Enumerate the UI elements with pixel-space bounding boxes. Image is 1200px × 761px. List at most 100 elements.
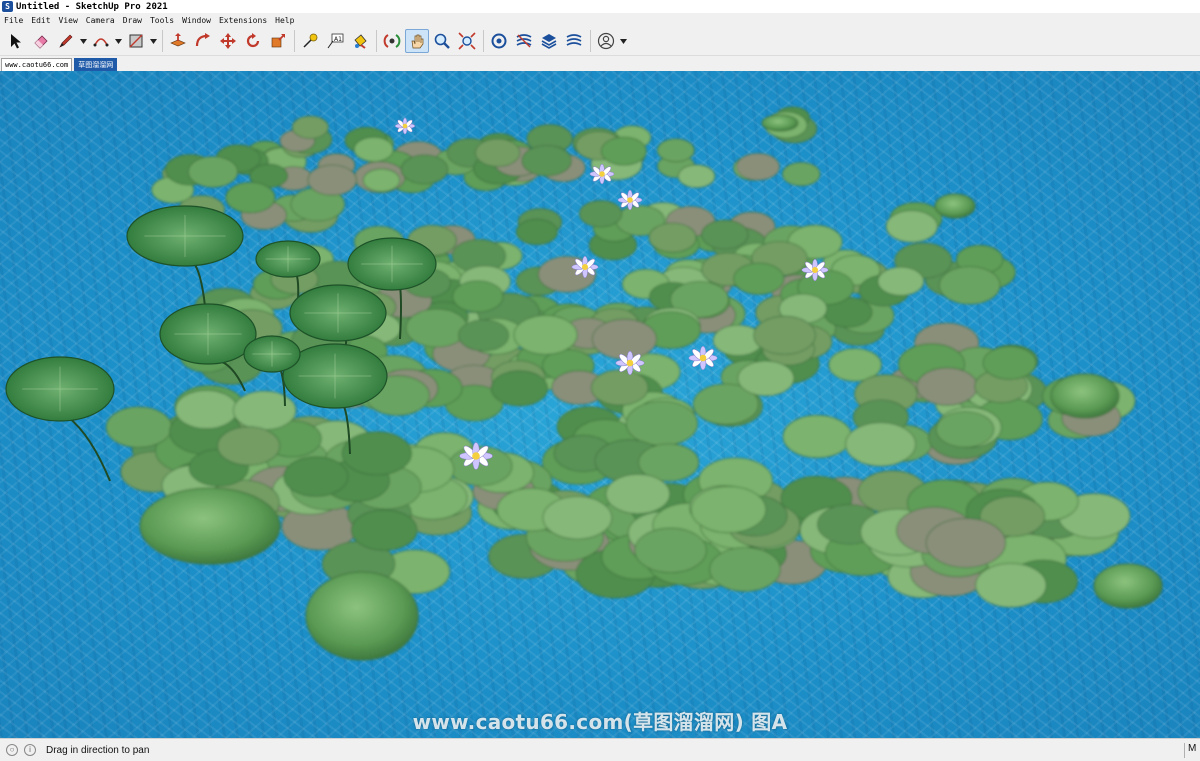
lily-pad: [736, 153, 780, 181]
account-button[interactable]: [594, 29, 618, 53]
tape-measure-tool[interactable]: [298, 29, 322, 53]
line-tool-dropdown[interactable]: [79, 29, 87, 53]
menu-extensions[interactable]: Extensions: [215, 16, 271, 25]
lily-pad: [405, 308, 468, 348]
water-lily-flower: [615, 350, 645, 376]
lily-pad: [516, 218, 558, 245]
menu-window[interactable]: Window: [178, 16, 215, 25]
eraser-tool[interactable]: [29, 29, 53, 53]
lily-pad: [939, 266, 1001, 305]
lily-pad: [490, 370, 549, 407]
extension-manager-button[interactable]: [562, 29, 586, 53]
pencil-icon: [59, 34, 73, 48]
arc-tool[interactable]: [89, 29, 113, 53]
zoom-extents-tool[interactable]: [455, 29, 479, 53]
lily-pad: [934, 193, 976, 219]
water-lily-flower: [394, 117, 416, 135]
account-dropdown[interactable]: [619, 29, 627, 53]
window-title: Untitled - SketchUp Pro 2021: [16, 1, 168, 12]
extension-warehouse-icon: [516, 34, 532, 48]
orbit-tool[interactable]: [380, 29, 404, 53]
3d-warehouse-button[interactable]: [487, 29, 511, 53]
info-icon[interactable]: i: [24, 744, 36, 756]
toolbar-separator: [376, 30, 377, 52]
lily-pad: [353, 136, 394, 163]
rotate-icon: [246, 33, 260, 48]
lily-pad: [753, 315, 816, 355]
move-tool[interactable]: [216, 29, 240, 53]
layers-icon: [541, 34, 557, 49]
select-tool[interactable]: [4, 29, 28, 53]
lily-pad: [1050, 373, 1120, 419]
lily-pads: [105, 106, 1163, 661]
toolbar-separator: [162, 30, 163, 52]
menu-camera[interactable]: Camera: [82, 16, 119, 25]
pan-tool[interactable]: [405, 29, 429, 53]
scene-tab-website[interactable]: www.caotu66.com: [1, 58, 73, 71]
lily-pad: [877, 266, 925, 296]
lily-pad: [307, 164, 357, 196]
text-tool[interactable]: A1: [323, 29, 347, 53]
lily-pad: [935, 411, 995, 448]
lily-pad: [452, 280, 504, 313]
measurements-box[interactable]: M: [1184, 743, 1200, 758]
arc-icon: [93, 38, 109, 47]
rectangle-tool-dropdown[interactable]: [149, 29, 157, 53]
arc-tool-dropdown[interactable]: [114, 29, 122, 53]
rectangle-icon: [129, 34, 143, 48]
menu-view[interactable]: View: [55, 16, 82, 25]
lily-pad: [474, 138, 521, 167]
lily-pad: [761, 114, 799, 132]
lily-pad: [677, 164, 716, 188]
zoom-tool[interactable]: [430, 29, 454, 53]
line-tool[interactable]: [54, 29, 78, 53]
menu-help[interactable]: Help: [271, 16, 298, 25]
lily-pad: [591, 318, 657, 360]
hand-icon: [411, 34, 424, 49]
status-bar: ○ i Drag in direction to pan M: [0, 738, 1200, 761]
menu-draw[interactable]: Draw: [119, 16, 146, 25]
rotate-tool[interactable]: [241, 29, 265, 53]
lily-pad: [625, 400, 698, 446]
menu-tools[interactable]: Tools: [146, 16, 178, 25]
lily-pad: [709, 547, 781, 592]
lily-pad: [590, 369, 649, 406]
lily-pad: [513, 314, 578, 355]
follow-me-icon: [195, 33, 210, 47]
rectangle-tool[interactable]: [124, 29, 148, 53]
push-pull-icon: [170, 33, 186, 47]
menu-edit[interactable]: Edit: [27, 16, 54, 25]
extension-manager-icon: [566, 34, 582, 46]
follow-me-tool[interactable]: [191, 29, 215, 53]
chevron-down-icon: [619, 38, 627, 44]
paint-bucket-tool[interactable]: [348, 29, 372, 53]
lily-pad: [400, 154, 449, 185]
lily-pad: [690, 485, 767, 534]
sketchup-logo-icon: S: [2, 1, 13, 12]
lily-pad: [305, 571, 419, 661]
lily-pad: [600, 136, 647, 166]
lily-pad: [579, 200, 623, 228]
lily-pad: [733, 262, 785, 295]
lily-pad: [291, 115, 329, 139]
scale-tool[interactable]: [266, 29, 290, 53]
geo-location-icon[interactable]: ○: [6, 744, 18, 756]
magnifier-icon: [434, 33, 450, 49]
lily-pad: [925, 517, 1006, 568]
push-pull-tool[interactable]: [166, 29, 190, 53]
lily-pond-scene: [5, 106, 1163, 661]
modeling-viewport[interactable]: www.caotu66.com(草图溜溜网) 图A: [0, 71, 1200, 738]
lily-pad: [885, 210, 938, 243]
title-bar: S Untitled - SketchUp Pro 2021: [0, 0, 1200, 13]
layout-button[interactable]: [537, 29, 561, 53]
extension-warehouse-button[interactable]: [512, 29, 536, 53]
lily-pad: [982, 346, 1037, 380]
toolbar-separator: [294, 30, 295, 52]
lily-pad: [351, 509, 418, 551]
lily-pad: [105, 406, 172, 448]
toolbar-separator: [590, 30, 591, 52]
water-lily-flower: [688, 345, 718, 371]
scene-tab-caotu[interactable]: 草图溜溜网: [74, 58, 118, 71]
menu-file[interactable]: File: [0, 16, 27, 25]
lily-pad: [916, 367, 978, 406]
